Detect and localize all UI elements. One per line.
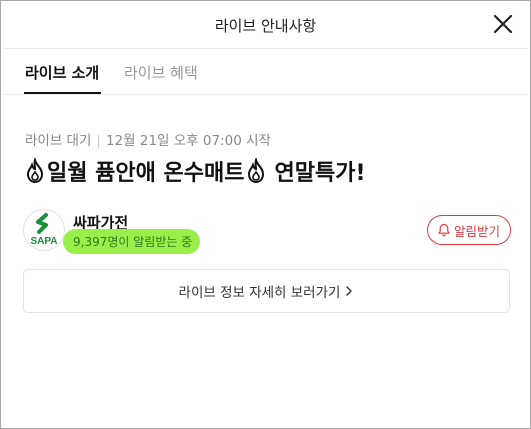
sapa-logo-icon: SAPA <box>30 213 58 247</box>
active-tab-indicator <box>24 92 101 94</box>
subscriber-count: 9,397명이 알림받는 중 <box>63 229 201 254</box>
live-detail-button[interactable]: 라이브 정보 자세히 보러가기 <box>23 269 510 313</box>
alarm-button-label: 알림받기 <box>453 223 500 239</box>
tab-live-intro[interactable]: 라이브 소개 <box>25 62 99 83</box>
alarm-button[interactable]: 알림받기 <box>426 215 511 245</box>
bell-icon <box>438 223 450 237</box>
tab-bar: 라이브 소개 라이브 혜택 <box>3 49 528 95</box>
live-status: 라이브 대기 <box>25 133 92 149</box>
live-title-part-1: 일월 퓸안애 온수매트 <box>47 161 245 186</box>
live-title: 일월 퓸안애 온수매트 연말특가! <box>23 155 365 187</box>
live-schedule: 12월 21일 오후 07:00 시작 <box>105 133 271 149</box>
modal-body: 라이브 안내사항 라이브 소개 라이브 혜택 라이브 대기 | 12월 21일 오후… <box>3 3 528 426</box>
live-meta: 라이브 대기 | 12월 21일 오후 07:00 시작 <box>25 129 271 149</box>
modal-header: 라이브 안내사항 <box>3 3 528 49</box>
chevron-right-icon <box>346 286 353 296</box>
fire-icon <box>26 158 44 184</box>
tab-live-benefits[interactable]: 라이브 혜택 <box>124 62 198 83</box>
live-detail-label: 라이브 정보 자세히 보러가기 <box>178 285 341 301</box>
live-title-part-2: 연말특가! <box>274 161 366 186</box>
close-icon[interactable] <box>492 13 514 35</box>
logo-text: SAPA <box>30 236 57 247</box>
meta-divider: | <box>96 133 101 149</box>
modal-title: 라이브 안내사항 <box>214 17 317 35</box>
modal-window: 라이브 안내사항 라이브 소개 라이브 혜택 라이브 대기 | 12월 21일 오후… <box>0 0 531 429</box>
fire-icon <box>248 158 265 184</box>
seller-row: SAPA 싸파가전 9,397명이 알림받는 중 알림받기 <box>23 209 511 254</box>
seller-logo[interactable]: SAPA <box>23 209 65 251</box>
